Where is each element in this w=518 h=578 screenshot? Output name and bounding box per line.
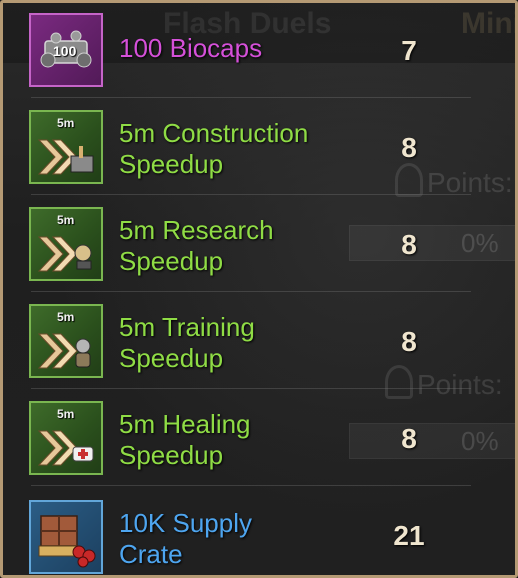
double-chevron-icon bbox=[37, 139, 94, 175]
reward-row-biocaps: 100 100 Biocaps 7 bbox=[3, 3, 515, 100]
duration-label: 5m bbox=[57, 310, 75, 324]
construction-speedup-icon: 5m bbox=[29, 110, 103, 184]
reward-name-line2: Crate bbox=[119, 539, 183, 569]
row-divider bbox=[31, 97, 471, 98]
training-speedup-icon: 5m bbox=[29, 304, 103, 378]
reward-quantity: 8 bbox=[401, 229, 417, 260]
healing-speedup-icon: 5m bbox=[29, 401, 103, 475]
reward-name-line1: 10K Supply bbox=[119, 508, 252, 538]
row-divider bbox=[31, 291, 471, 292]
reward-row-supply-crate: 10K Supply Crate 21 bbox=[3, 488, 515, 575]
reward-row-training-speedup: 5m 5m Training Speedup 8 bbox=[3, 294, 515, 391]
reward-list-panel: Flash Duels Mini Points: 0% Points: 0% 1… bbox=[0, 0, 518, 578]
reward-name-line2: Speedup bbox=[119, 343, 224, 373]
reward-name-line1: 5m Construction bbox=[119, 118, 309, 148]
duration-label: 5m bbox=[57, 407, 75, 421]
double-chevron-icon bbox=[37, 333, 91, 369]
reward-row-research-speedup: 5m 5m Research Speedup 8 bbox=[3, 197, 515, 294]
reward-name-line1: 5m Training bbox=[119, 312, 255, 342]
research-speedup-icon: 5m bbox=[29, 207, 103, 281]
reward-name-line1: 5m Healing bbox=[119, 409, 251, 439]
reward-name-line2: Speedup bbox=[119, 246, 224, 276]
double-chevron-icon bbox=[37, 430, 94, 466]
reward-quantity: 8 bbox=[401, 132, 417, 163]
duration-label: 5m bbox=[57, 213, 75, 227]
row-divider bbox=[31, 485, 471, 486]
row-divider bbox=[31, 388, 471, 389]
reward-quantity: 21 bbox=[393, 520, 425, 551]
reward-name-line1: 5m Research bbox=[119, 215, 274, 245]
row-divider bbox=[31, 194, 471, 195]
reward-name: 100 Biocaps bbox=[119, 33, 263, 63]
biocaps-icon-label: 100 bbox=[53, 43, 77, 59]
reward-row-construction-speedup: 5m 5m Construction Speedup 8 bbox=[3, 100, 515, 197]
reward-quantity: 8 bbox=[401, 423, 417, 454]
reward-row-healing-speedup: 5m 5m Healing Speedup 8 bbox=[3, 391, 515, 488]
reward-name-line2: Speedup bbox=[119, 149, 224, 179]
double-chevron-icon bbox=[37, 236, 92, 272]
reward-quantity: 7 bbox=[401, 35, 417, 66]
supply-crate-icon bbox=[29, 500, 103, 574]
reward-quantity: 8 bbox=[401, 326, 417, 357]
reward-name-line2: Speedup bbox=[119, 440, 224, 470]
biocaps-icon: 100 bbox=[29, 13, 103, 87]
duration-label: 5m bbox=[57, 116, 75, 130]
